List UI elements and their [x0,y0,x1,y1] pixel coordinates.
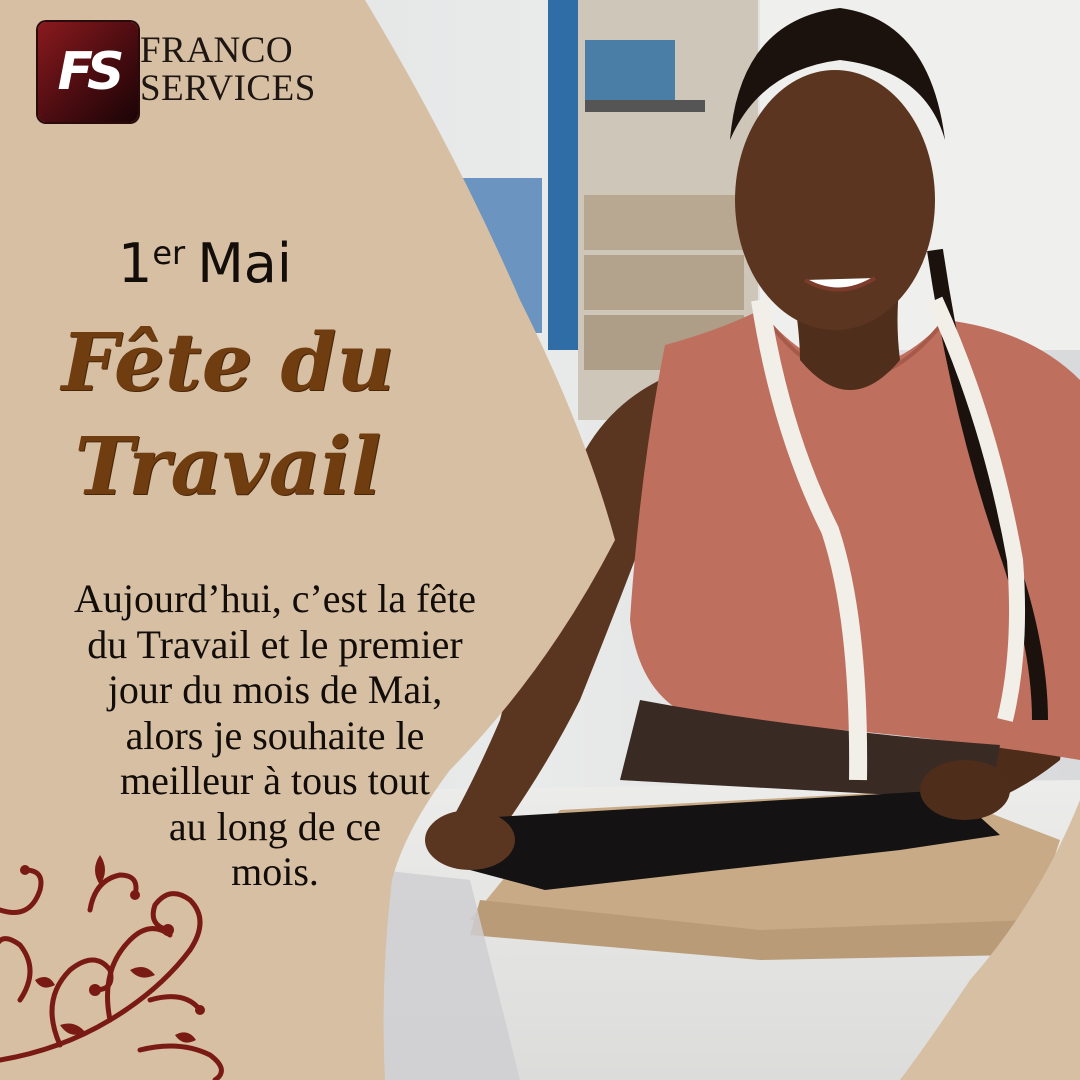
brand-name: FRANCO SERVICES [140,32,316,108]
fs-logo-icon: FS [38,22,138,122]
message-line: meilleur à tous tout [120,758,430,803]
date-day: 1 [118,232,153,295]
message-line: Aujourd’hui, c’est la fête [73,576,477,621]
brand-line-2: SERVICES [140,68,316,109]
brand-line-1: FRANCO [140,30,294,71]
logo-letters: FS [57,42,125,102]
message-line: du Travail et le premier [87,621,463,667]
title-line-2: Travail [74,419,382,513]
title-line-1: Fête du [61,315,395,409]
floral-swirl-icon [0,855,224,1080]
date-heading: 1er Mai [118,232,292,295]
date-month: Mai [197,232,292,295]
message-line: au long de ce [168,803,382,849]
holiday-title: Fête du Travail [8,310,448,518]
message-line: jour du mois de Mai, [107,667,443,712]
message-line: alors je souhaite le [125,712,425,758]
date-ordinal: er [152,234,186,272]
greeting-message: Aujourd’hui, c’est la fête du Travail et… [10,576,540,895]
